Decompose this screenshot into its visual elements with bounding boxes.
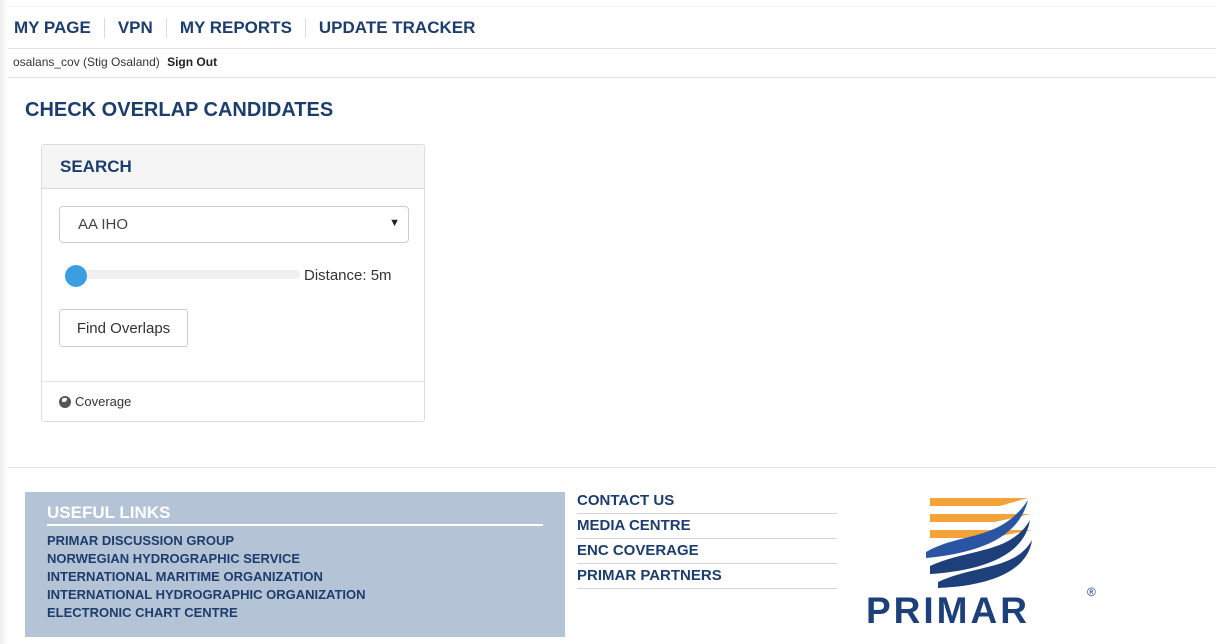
useful-links-box: USEFUL LINKS PRIMAR DISCUSSION GROUP NOR… (25, 492, 565, 637)
link-international-maritime-organization[interactable]: INTERNATIONAL MARITIME ORGANIZATION (47, 568, 366, 586)
distance-slider-track[interactable] (73, 270, 300, 279)
logo-wordmark: PRIMAR (866, 590, 1030, 631)
distance-slider-handle[interactable] (65, 265, 87, 287)
registered-mark: ® (1087, 585, 1096, 599)
top-navigation: MY PAGE VPN MY REPORTS UPDATE TRACKER (8, 6, 1216, 49)
nav-my-reports[interactable]: MY REPORTS (165, 17, 305, 38)
footer-links: CONTACT US MEDIA CENTRE ENC COVERAGE PRI… (577, 490, 837, 590)
link-primar-discussion-group[interactable]: PRIMAR DISCUSSION GROUP (47, 532, 366, 550)
nav-update-tracker[interactable]: UPDATE TRACKER (304, 17, 488, 38)
chart-select[interactable]: AA IHO ▼ (59, 206, 409, 243)
search-panel-header: SEARCH (42, 145, 424, 189)
search-panel: SEARCH AA IHO ▼ Distance: 5m Find Overla… (41, 144, 425, 422)
link-contact-us[interactable]: CONTACT US (577, 490, 837, 514)
page-title: CHECK OVERLAP CANDIDATES (25, 99, 334, 121)
user-name: osalans_cov (Stig Osaland) (13, 55, 160, 69)
left-edge-shadow (0, 0, 8, 644)
link-enc-coverage[interactable]: ENC COVERAGE (577, 540, 837, 564)
caret-down-icon: ▼ (389, 217, 400, 229)
nav-vpn[interactable]: VPN (103, 17, 166, 38)
chart-select-value: AA IHO (78, 216, 129, 233)
useful-links-title: USEFUL LINKS (47, 503, 171, 522)
user-bar: osalans_cov (Stig Osaland) Sign Out (13, 55, 217, 69)
link-media-centre[interactable]: MEDIA CENTRE (577, 515, 837, 539)
distance-label: Distance: 5m (304, 267, 392, 284)
sign-out-link[interactable]: Sign Out (167, 55, 217, 69)
link-norwegian-hydrographic-service[interactable]: NORWEGIAN HYDROGRAPHIC SERVICE (47, 550, 366, 568)
useful-links-list: PRIMAR DISCUSSION GROUP NORWEGIAN HYDROG… (47, 532, 366, 622)
link-primar-partners[interactable]: PRIMAR PARTNERS (577, 565, 837, 589)
find-overlaps-button[interactable]: Find Overlaps (59, 309, 188, 347)
footer-divider (8, 467, 1216, 468)
coverage-link[interactable]: Coverage (75, 394, 131, 409)
nav-my-page[interactable]: MY PAGE (8, 18, 104, 38)
globe-icon (59, 395, 71, 408)
link-international-hydrographic-organization[interactable]: INTERNATIONAL HYDROGRAPHIC ORGANIZATION (47, 586, 366, 604)
divider (8, 77, 1216, 78)
link-electronic-chart-centre[interactable]: ELECTRONIC CHART CENTRE (47, 604, 366, 622)
useful-links-rule (47, 524, 543, 526)
search-panel-footer: Coverage (42, 381, 424, 421)
